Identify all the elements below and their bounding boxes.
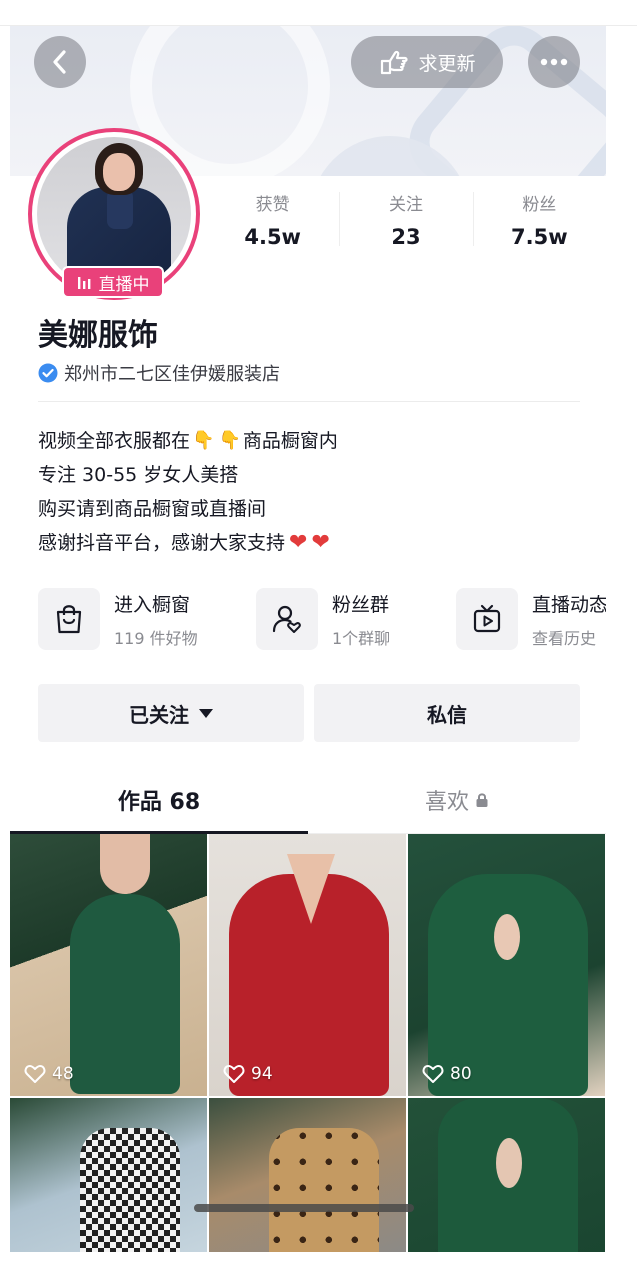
heart-outline-icon bbox=[422, 1065, 444, 1083]
thumbnail-garment bbox=[494, 914, 520, 960]
pointing-hand-icon bbox=[381, 50, 409, 75]
chevron-left-icon bbox=[53, 50, 66, 74]
tv-play-icon bbox=[456, 588, 518, 650]
thumbnail-garment bbox=[70, 894, 180, 1094]
avatar-figure bbox=[103, 153, 135, 191]
thumbnail-garment bbox=[100, 834, 150, 894]
following-button[interactable]: 已关注 bbox=[38, 684, 304, 742]
avatar-figure bbox=[107, 189, 133, 229]
shopping-bag-icon bbox=[38, 588, 100, 650]
card-live-history[interactable]: 直播动态 查看历史 bbox=[456, 588, 606, 650]
card-fan-group[interactable]: 粉丝群 1个群聊 bbox=[256, 588, 390, 650]
tab-works[interactable]: 作品 68 bbox=[10, 766, 308, 834]
quick-links: 进入橱窗 119 件好物 粉丝群 1个群聊 直播动态 查看历史 bbox=[38, 588, 606, 654]
like-count: 48 bbox=[24, 1064, 74, 1084]
stat-value: 4.5w bbox=[244, 225, 301, 249]
heart-outline-icon bbox=[223, 1065, 245, 1083]
like-count-value: 80 bbox=[450, 1064, 472, 1084]
top-strip bbox=[0, 0, 637, 26]
stat-value: 23 bbox=[391, 225, 421, 249]
heart-outline-icon bbox=[24, 1065, 46, 1083]
lock-icon bbox=[476, 792, 488, 807]
video-thumbnail[interactable] bbox=[10, 1098, 207, 1252]
video-thumbnail[interactable]: 48 bbox=[10, 834, 207, 1096]
video-thumbnail[interactable]: 94 bbox=[209, 834, 406, 1096]
heart-emoji-icon: ❤ bbox=[289, 530, 308, 555]
like-count: 80 bbox=[422, 1064, 472, 1084]
like-count: 94 bbox=[223, 1064, 273, 1084]
request-update-button[interactable]: 求更新 bbox=[351, 36, 503, 88]
stat-label: 关注 bbox=[388, 195, 423, 215]
card-showcase[interactable]: 进入橱窗 119 件好物 bbox=[38, 588, 198, 650]
verified-text: 郑州市二七区佳伊媛服装店 bbox=[64, 364, 280, 385]
thumbnail-garment bbox=[428, 874, 588, 1096]
live-badge[interactable]: 直播中 bbox=[62, 266, 164, 298]
video-grid: 48 94 80 bbox=[10, 834, 606, 1252]
bio-line: 感谢抖音平台，感谢大家支持 bbox=[38, 532, 286, 554]
video-thumbnail[interactable] bbox=[408, 1098, 605, 1252]
action-buttons: 已关注 私信 bbox=[38, 684, 580, 742]
tab-likes[interactable]: 喜欢 bbox=[308, 766, 606, 833]
verified-info[interactable]: 郑州市二七区佳伊媛服装店 bbox=[38, 360, 280, 386]
card-subtitle: 查看历史 bbox=[532, 628, 597, 648]
like-count-value: 48 bbox=[52, 1064, 74, 1084]
stat-label: 粉丝 bbox=[522, 195, 557, 215]
caret-down-icon bbox=[199, 708, 213, 718]
verified-check-icon bbox=[38, 363, 58, 383]
live-bars-icon bbox=[77, 277, 90, 289]
more-dots-icon bbox=[540, 58, 568, 66]
profile-bio: 视频全部衣服都在 👇 👇 商品橱窗内 专注 30-55 岁女人美搭 购买请到商品… bbox=[38, 424, 338, 560]
video-thumbnail[interactable] bbox=[209, 1098, 406, 1252]
card-subtitle: 119 件好物 bbox=[114, 628, 198, 648]
home-indicator[interactable] bbox=[194, 1204, 414, 1212]
message-button[interactable]: 私信 bbox=[314, 684, 580, 742]
card-title: 进入橱窗 bbox=[114, 593, 191, 616]
tab-likes-label: 喜欢 bbox=[424, 789, 469, 815]
bio-line: 视频全部衣服都在 bbox=[38, 430, 191, 452]
divider bbox=[38, 401, 580, 402]
stat-label: 获赞 bbox=[255, 195, 290, 215]
pointing-down-emoji-icon: 👇 bbox=[192, 430, 215, 451]
stat-following[interactable]: 关注 23 bbox=[339, 186, 472, 256]
like-count-value: 94 bbox=[251, 1064, 273, 1084]
card-title: 粉丝群 bbox=[332, 593, 390, 616]
pointing-down-emoji-icon: 👇 bbox=[218, 430, 241, 451]
video-thumbnail[interactable]: 80 bbox=[408, 834, 605, 1096]
back-button[interactable] bbox=[34, 36, 86, 88]
thumbnail-garment bbox=[269, 1128, 379, 1252]
profile-page: 求更新 直播中 获赞 4.5w 关注 23 粉丝 7.5w 美娜服饰 郑州市二七… bbox=[10, 26, 606, 1252]
thumbnail-garment bbox=[80, 1128, 180, 1252]
live-badge-label: 直播中 bbox=[98, 274, 150, 295]
following-label: 已关注 bbox=[129, 702, 189, 727]
more-button[interactable] bbox=[528, 36, 580, 88]
card-subtitle: 1个群聊 bbox=[332, 628, 391, 648]
bio-line: 购买请到商品橱窗或直播间 bbox=[38, 498, 267, 520]
profile-stats: 获赞 4.5w 关注 23 粉丝 7.5w bbox=[206, 186, 606, 256]
fan-group-icon bbox=[256, 588, 318, 650]
stat-followers[interactable]: 粉丝 7.5w bbox=[472, 186, 606, 256]
profile-name: 美娜服饰 bbox=[38, 318, 158, 353]
bio-line: 商品橱窗内 bbox=[242, 430, 338, 452]
bio-line: 专注 30-55 岁女人美搭 bbox=[38, 464, 239, 486]
tab-works-label: 作品 68 bbox=[117, 789, 201, 815]
message-label: 私信 bbox=[427, 702, 467, 727]
thumbnail-garment bbox=[496, 1138, 522, 1188]
stat-value: 7.5w bbox=[511, 225, 568, 249]
heart-emoji-icon: ❤ bbox=[311, 530, 330, 555]
request-update-label: 求更新 bbox=[418, 52, 476, 75]
card-title: 直播动态 bbox=[532, 593, 606, 616]
stat-likes[interactable]: 获赞 4.5w bbox=[206, 186, 339, 256]
content-tabs: 作品 68 喜欢 bbox=[10, 766, 606, 834]
